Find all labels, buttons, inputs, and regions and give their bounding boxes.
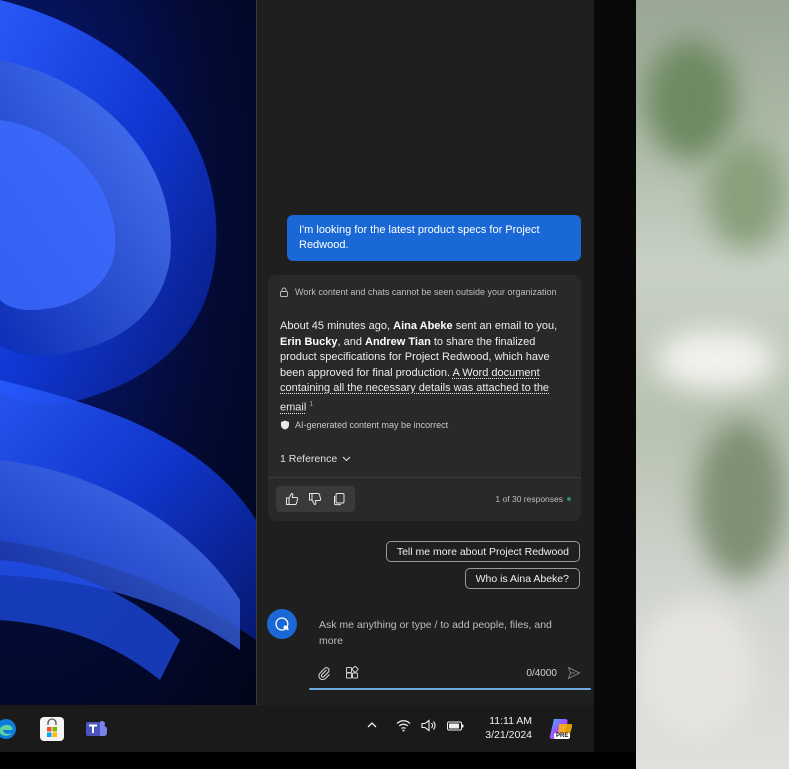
- person-name: Aina Abeke: [393, 320, 453, 332]
- copilot-taskbar-button[interactable]: PRE: [548, 716, 574, 742]
- character-count: 0/4000: [526, 668, 557, 679]
- edge-icon[interactable]: [0, 717, 18, 741]
- shield-icon: [281, 420, 289, 430]
- clock-date: 3/21/2024: [485, 729, 532, 741]
- wifi-icon: [396, 720, 411, 732]
- privacy-notice: Work content and chats cannot be seen ou…: [279, 287, 557, 297]
- thumbs-down-icon: [309, 493, 322, 506]
- input-focus-underline: [309, 688, 591, 690]
- copilot-response-card: Work content and chats cannot be seen ou…: [268, 275, 581, 521]
- references-label: 1 Reference: [280, 453, 338, 465]
- suggestion-chip[interactable]: Tell me more about Project Redwood: [385, 541, 580, 562]
- ai-disclaimer-text: AI-generated content may be incorrect: [295, 420, 449, 430]
- copy-button[interactable]: [331, 491, 347, 507]
- teams-logo: [86, 721, 107, 736]
- apps-icon[interactable]: [345, 666, 359, 680]
- person-name: Erin Bucky: [280, 335, 338, 348]
- volume-icon: [421, 719, 436, 732]
- chevron-up-icon: [367, 722, 377, 728]
- copilot-chat-panel: I'm looking for the latest product specs…: [256, 0, 594, 705]
- send-icon[interactable]: [567, 666, 581, 680]
- response-counter-text: 1 of 30 responses: [495, 494, 563, 504]
- privacy-notice-text: Work content and chats cannot be seen ou…: [295, 287, 557, 297]
- divider: [268, 477, 581, 478]
- taskbar: 11:11 AM 3/21/2024 PRE: [0, 705, 594, 752]
- compose-box: 0/4000: [309, 608, 591, 690]
- response-counter: 1 of 30 responses: [495, 494, 571, 504]
- thumbs-down-button[interactable]: [307, 491, 323, 507]
- quick-settings[interactable]: [396, 719, 464, 732]
- window-border: [594, 0, 636, 769]
- screen-bezel: [0, 752, 636, 769]
- response-actions: [276, 486, 355, 512]
- battery-icon: [447, 721, 464, 730]
- references-toggle[interactable]: 1 Reference: [280, 453, 351, 465]
- copy-icon: [334, 493, 345, 506]
- attach-icon[interactable]: [317, 666, 331, 680]
- preview-badge: PRE: [554, 733, 571, 739]
- store-icon[interactable]: [40, 717, 64, 741]
- response-text: About 45 minutes ago, Aina Abeke sent an…: [280, 319, 570, 416]
- clock-time: 11:11 AM: [489, 715, 532, 727]
- store-logo: [47, 718, 57, 737]
- person-name: Andrew Tian: [365, 335, 431, 348]
- ai-disclaimer: AI-generated content may be incorrect: [280, 420, 448, 430]
- response-text-part: , and: [337, 335, 365, 348]
- thumbs-up-button[interactable]: [284, 491, 300, 507]
- system-clock[interactable]: 11:11 AM 3/21/2024: [472, 714, 532, 742]
- copilot-avatar: [267, 609, 297, 639]
- citation-marker[interactable]: 1: [309, 401, 313, 408]
- user-message-bubble: I'm looking for the latest product specs…: [287, 215, 581, 261]
- suggestion-chip[interactable]: Who is Aina Abeke?: [464, 568, 580, 589]
- lock-icon: [280, 287, 288, 297]
- desktop-wallpaper: [0, 0, 256, 705]
- copilot-chat-icon: [275, 617, 289, 631]
- response-text-part: About 45 minutes ago,: [280, 320, 394, 332]
- teams-icon[interactable]: [84, 717, 108, 741]
- thumbs-up-icon: [285, 492, 298, 505]
- compose-tools: [317, 666, 359, 680]
- tray-overflow[interactable]: [366, 719, 378, 731]
- background-photo: [636, 0, 789, 769]
- chevron-down-icon: [342, 456, 351, 462]
- status-dot: [567, 497, 571, 501]
- edge-logo: [0, 719, 16, 739]
- response-text-part: sent an email to you,: [452, 320, 558, 332]
- chat-input[interactable]: [309, 608, 579, 658]
